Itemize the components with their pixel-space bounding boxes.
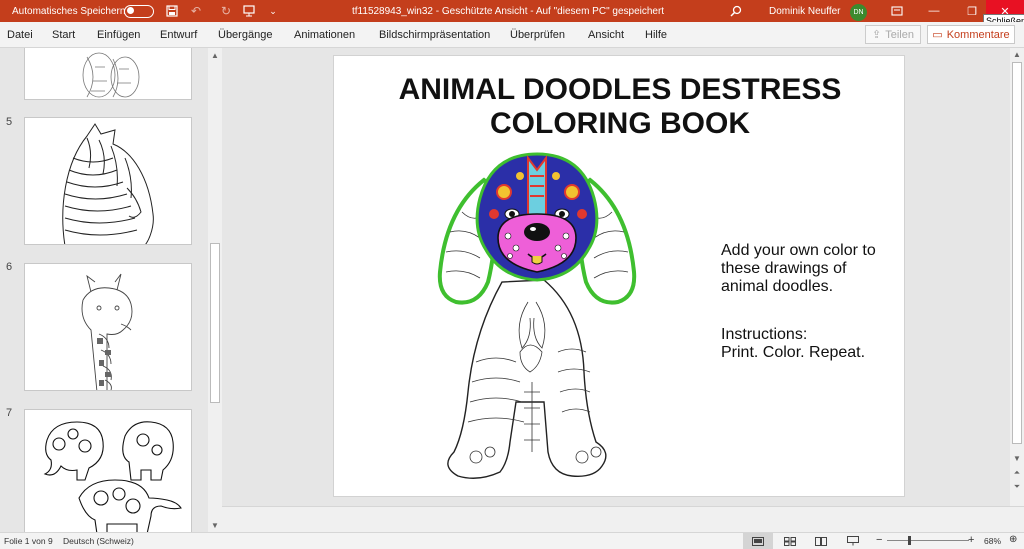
- slide-title-line-1: ANIMAL DOODLES DESTRESS: [398, 73, 842, 106]
- body-line-1: Add your own color to: [721, 242, 876, 259]
- zoom-level[interactable]: 68%: [984, 536, 1001, 546]
- slide-scroll-up-arrow[interactable]: ▲: [1010, 48, 1024, 61]
- slide-thumbnail-7[interactable]: [24, 409, 192, 532]
- language-indicator[interactable]: Deutsch (Schweiz): [63, 536, 134, 546]
- document-title: tf11528943_win32 - Geschützte Ansicht - …: [352, 5, 665, 17]
- user-name[interactable]: Dominik Neuffer: [769, 0, 841, 22]
- tab-datei[interactable]: Datei: [7, 29, 33, 41]
- tab-einfuegen[interactable]: Einfügen: [97, 29, 140, 41]
- scroll-up-arrow[interactable]: ▲: [208, 48, 222, 62]
- slide-counter: Folie 1 von 9: [4, 536, 53, 546]
- tab-animationen[interactable]: Animationen: [294, 29, 355, 41]
- scroll-down-arrow[interactable]: ▼: [208, 518, 222, 532]
- status-bar: Folie 1 von 9 Deutsch (Schweiz) − + 68% …: [0, 532, 1024, 549]
- zebra-drawing: [62, 123, 154, 244]
- zoom-slider-track[interactable]: [887, 540, 969, 541]
- slideshow-button[interactable]: [838, 533, 868, 549]
- normal-view-button[interactable]: [743, 533, 773, 549]
- slide-scroll-down-arrow[interactable]: ▼: [1010, 452, 1024, 465]
- customize-toolbar-icon[interactable]: ⌄: [265, 0, 281, 22]
- comments-button[interactable]: ▭ Kommentare: [927, 25, 1015, 44]
- comment-icon: ▭: [932, 29, 943, 41]
- slideshow-icon: [847, 536, 859, 546]
- user-avatar[interactable]: DN: [850, 0, 867, 22]
- tab-ueberpruefen[interactable]: Überprüfen: [510, 29, 565, 41]
- zoom-out-button[interactable]: −: [876, 534, 882, 546]
- autosave-toggle[interactable]: [124, 0, 154, 22]
- reading-view-button[interactable]: [806, 533, 836, 549]
- tab-entwurf[interactable]: Entwurf: [160, 29, 197, 41]
- giraffe-drawing: [81, 273, 133, 390]
- tab-hilfe[interactable]: Hilfe: [645, 29, 667, 41]
- redo-icon[interactable]: ↻: [218, 0, 234, 22]
- tab-start[interactable]: Start: [52, 29, 75, 41]
- slide-scrollbar[interactable]: ▲ ▼ ⏶ ⏷: [1010, 48, 1024, 506]
- body-line-4: Instructions:: [721, 326, 808, 343]
- zoom-in-button[interactable]: +: [968, 534, 974, 546]
- elephants-drawing: [43, 421, 182, 532]
- body-line-3: animal doodles.: [721, 278, 834, 295]
- slide-number-7: 7: [6, 407, 13, 419]
- zoom-slider-thumb[interactable]: [908, 536, 911, 545]
- tab-uebergaenge[interactable]: Übergänge: [218, 29, 272, 41]
- autosave-label: Automatisches Speichern: [12, 5, 126, 17]
- save-icon[interactable]: [164, 0, 180, 22]
- slide-thumbnail-5[interactable]: [24, 117, 192, 245]
- slide-thumbnail-4[interactable]: [24, 48, 192, 100]
- ribbon-display-icon[interactable]: [889, 0, 905, 22]
- share-label: Teilen: [885, 28, 914, 41]
- slide-scroll-thumb[interactable]: [1012, 62, 1022, 444]
- slide-body-text[interactable]: Add your own color to these drawings of …: [721, 242, 901, 362]
- thumbnail-scroll-thumb[interactable]: [210, 243, 220, 403]
- next-slide-icon[interactable]: ⏷: [1010, 480, 1024, 493]
- share-button[interactable]: ⇪ Teilen: [865, 25, 921, 44]
- slide-title[interactable]: ANIMAL DOODLES DESTRESS COLORING BOOK: [334, 73, 906, 141]
- notes-area[interactable]: [222, 506, 1024, 532]
- tab-ansicht[interactable]: Ansicht: [588, 29, 624, 41]
- comments-label: Kommentare: [946, 28, 1010, 41]
- title-bar: Automatisches Speichern ↶ ↻ ⌄ tf11528943…: [0, 0, 1024, 22]
- slide-sorter-icon: [784, 536, 796, 546]
- reading-view-icon: [815, 536, 827, 546]
- slide-title-line-2: COLORING BOOK: [490, 107, 750, 140]
- slide-sorter-button[interactable]: [775, 533, 805, 549]
- slide-number-6: 6: [6, 261, 13, 273]
- undo-icon[interactable]: ↶: [188, 0, 204, 22]
- ribbon-tabs: Datei Start Einfügen Entwurf Übergänge A…: [0, 22, 1024, 48]
- thumbnail-scrollbar[interactable]: ▲ ▼: [208, 48, 222, 532]
- previous-slide-icon[interactable]: ⏶: [1010, 466, 1024, 479]
- present-icon[interactable]: [241, 0, 257, 22]
- dog-doodle-illustration[interactable]: [432, 152, 652, 482]
- minimize-button[interactable]: —: [915, 0, 953, 22]
- normal-view-icon: [752, 536, 764, 546]
- current-slide[interactable]: ANIMAL DOODLES DESTRESS COLORING BOOK Ad…: [333, 55, 905, 497]
- slide-number-5: 5: [6, 116, 13, 128]
- search-icon[interactable]: [728, 0, 744, 22]
- body-line-2: these drawings of: [721, 260, 847, 277]
- share-icon: ⇪: [872, 29, 882, 41]
- body-line-5: Print. Color. Repeat.: [721, 344, 866, 361]
- slide-thumbnail-pane: 5 6 7: [0, 48, 208, 532]
- fit-to-window-icon[interactable]: ⊕: [1009, 534, 1017, 545]
- slide-thumbnail-6[interactable]: [24, 263, 192, 391]
- tab-bildschirmpraesentation[interactable]: Bildschirmpräsentation: [379, 29, 490, 41]
